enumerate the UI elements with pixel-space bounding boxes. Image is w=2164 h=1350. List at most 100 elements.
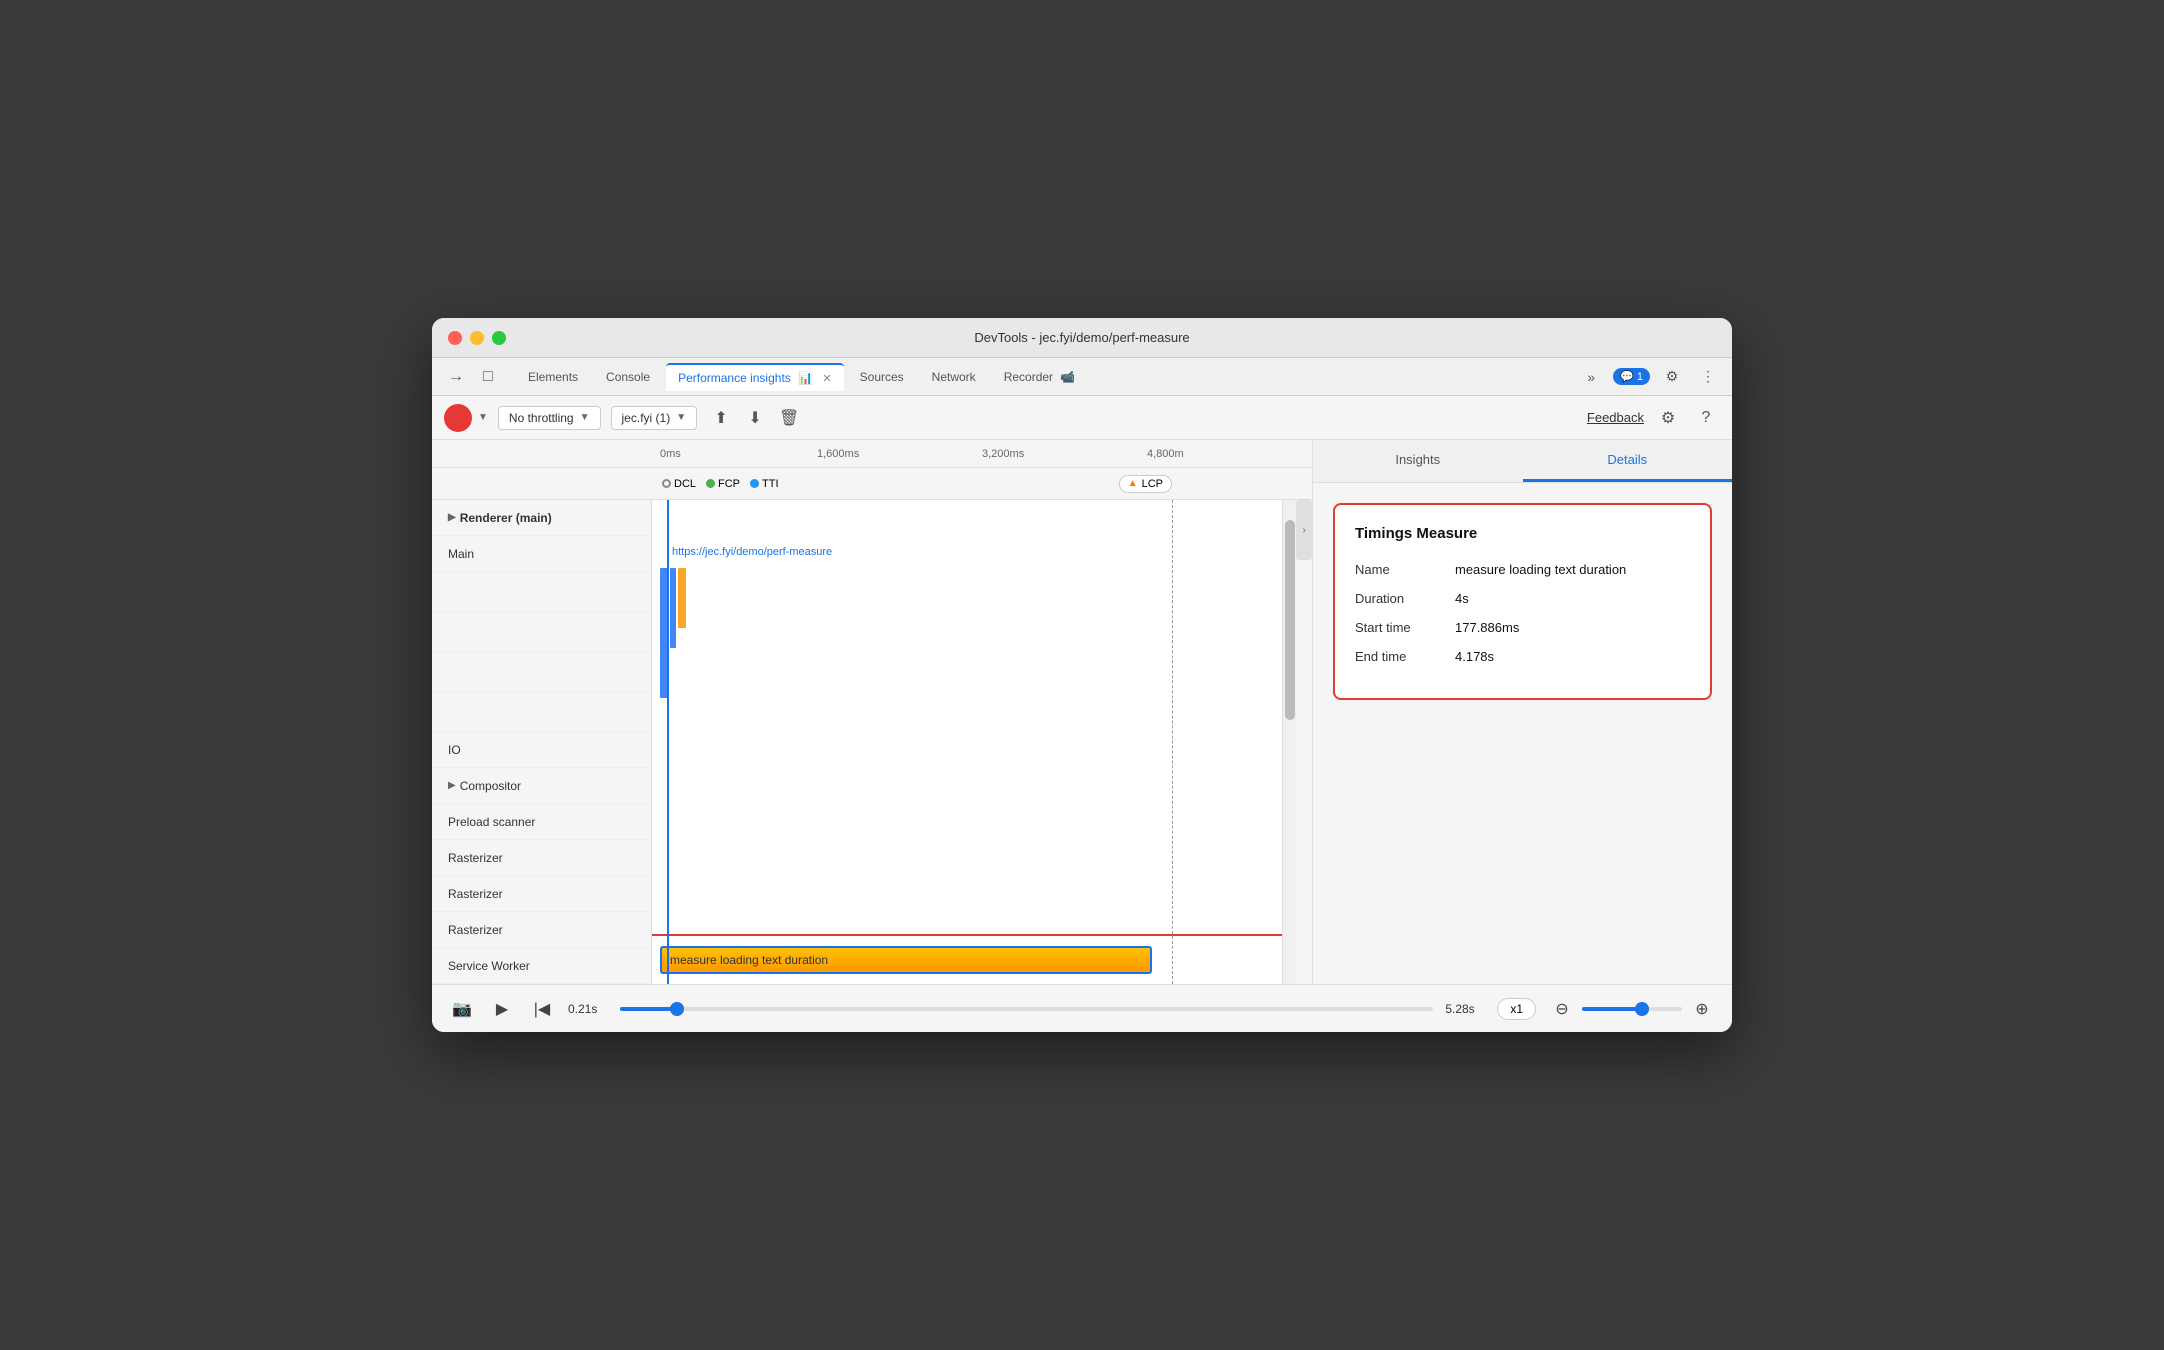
chat-icon: 💬 xyxy=(1620,370,1634,383)
flame-bar-4 xyxy=(678,580,686,615)
session-arrow-icon: ▼ xyxy=(676,412,686,423)
time-slider-fill xyxy=(620,1007,677,1011)
ruler-time-3200: 3,200ms xyxy=(982,448,1024,460)
timeline-ruler: 0ms 1,600ms 3,200ms 4,800m xyxy=(432,440,1312,468)
tab-performance-insights[interactable]: Performance insights 📊 ✕ xyxy=(666,363,844,391)
zoom-slider-thumb[interactable] xyxy=(1635,1002,1649,1016)
detail-duration-row: Duration 4s xyxy=(1355,591,1690,606)
settings-icon[interactable]: ⚙ xyxy=(1658,363,1686,391)
detail-starttime-value: 177.886ms xyxy=(1455,620,1519,635)
time-start-label: 0.21s xyxy=(568,1002,608,1016)
selection-line xyxy=(1172,500,1173,984)
markers-row: DCL FCP TTI ▲ LCP xyxy=(432,468,1312,500)
fcp-label: FCP xyxy=(718,478,740,490)
lcp-marker[interactable]: ▲ LCP xyxy=(1119,475,1172,493)
zoom-controls: ⊖ ⊕ xyxy=(1548,995,1716,1023)
detail-endtime-label: End time xyxy=(1355,649,1455,664)
tabbar-icons: → □ xyxy=(442,363,502,391)
close-button[interactable] xyxy=(448,331,462,345)
track-service-worker[interactable]: Service Worker xyxy=(432,948,651,984)
upload-icon[interactable]: ⬆ xyxy=(707,404,735,432)
time-end-label: 5.28s xyxy=(1445,1002,1485,1016)
track-rasterizer3[interactable]: Rasterizer xyxy=(432,912,651,948)
dcl-dot xyxy=(662,479,671,488)
throttle-dropdown[interactable]: No throttling ▼ xyxy=(498,406,601,430)
more-tabs-button[interactable]: » xyxy=(1577,363,1605,391)
cursor-icon[interactable]: → xyxy=(442,363,470,391)
detail-name-row: Name measure loading text duration xyxy=(1355,562,1690,577)
tab-more-area: » 💬 1 ⚙ ⋮ xyxy=(1577,363,1722,391)
minimize-button[interactable] xyxy=(470,331,484,345)
scrollbar[interactable] xyxy=(1282,500,1296,984)
time-slider[interactable] xyxy=(620,1007,1433,1011)
details-tab[interactable]: Details xyxy=(1523,440,1733,482)
lcp-label: LCP xyxy=(1142,478,1163,490)
zoom-out-button[interactable]: ⊖ xyxy=(1548,995,1576,1023)
track-main[interactable]: Main xyxy=(432,536,651,572)
window-title: DevTools - jec.fyi/demo/perf-measure xyxy=(974,330,1189,345)
devtools-window: DevTools - jec.fyi/demo/perf-measure → □… xyxy=(432,318,1732,1032)
playhead-line xyxy=(667,500,669,984)
session-label: jec.fyi (1) xyxy=(622,411,671,425)
detail-starttime-row: Start time 177.886ms xyxy=(1355,620,1690,635)
track-flame4 xyxy=(432,692,651,732)
track-rasterizer1[interactable]: Rasterizer xyxy=(432,840,651,876)
session-dropdown[interactable]: jec.fyi (1) ▼ xyxy=(611,406,698,430)
detail-endtime-row: End time 4.178s xyxy=(1355,649,1690,664)
tracks-panel: ▶ Renderer (main) Main IO ▶ Co xyxy=(432,500,1312,984)
ruler-time-1600: 1,600ms xyxy=(817,448,859,460)
detail-name-label: Name xyxy=(1355,562,1455,577)
screenshot-icon[interactable]: 📷 xyxy=(448,995,476,1023)
recorder-icon: 📹 xyxy=(1060,370,1075,384)
chat-badge[interactable]: 💬 1 xyxy=(1613,368,1650,385)
collapse-panel-button[interactable]: › xyxy=(1296,500,1312,560)
skip-to-start-icon[interactable]: |◀ xyxy=(528,995,556,1023)
performance-icon: 📊 xyxy=(798,371,813,385)
detail-starttime-label: Start time xyxy=(1355,620,1455,635)
tab-sources[interactable]: Sources xyxy=(848,364,916,390)
track-flame2 xyxy=(432,612,651,652)
toolbar-actions: ⬆ ⬇ 🗑 xyxy=(707,404,803,432)
play-button[interactable]: ▶ xyxy=(488,995,516,1023)
dcl-marker[interactable]: DCL xyxy=(662,478,696,490)
zoom-in-button[interactable]: ⊕ xyxy=(1688,995,1716,1023)
fullscreen-button[interactable] xyxy=(492,331,506,345)
more-options-icon[interactable]: ⋮ xyxy=(1694,363,1722,391)
delete-icon[interactable]: 🗑 xyxy=(775,404,803,432)
insights-tab[interactable]: Insights xyxy=(1313,440,1523,482)
download-icon[interactable]: ⬇ xyxy=(741,404,769,432)
track-preload[interactable]: Preload scanner xyxy=(432,804,651,840)
time-slider-thumb[interactable] xyxy=(670,1002,684,1016)
tab-elements[interactable]: Elements xyxy=(516,364,590,390)
lcp-badge: ▲ LCP xyxy=(1119,475,1172,493)
speed-badge[interactable]: x1 xyxy=(1497,998,1536,1020)
record-button[interactable] xyxy=(444,404,472,432)
card-title: Timings Measure xyxy=(1355,525,1690,542)
detail-endtime-value: 4.178s xyxy=(1455,649,1494,664)
ruler-time-0: 0ms xyxy=(660,448,681,460)
device-icon[interactable]: □ xyxy=(474,363,502,391)
track-renderer-main[interactable]: ▶ Renderer (main) xyxy=(432,500,651,536)
track-rasterizer2[interactable]: Rasterizer xyxy=(432,876,651,912)
throttle-arrow-icon: ▼ xyxy=(580,412,590,423)
track-io[interactable]: IO xyxy=(432,732,651,768)
timing-measure-bar[interactable]: measure loading text duration xyxy=(660,946,1152,974)
fcp-marker[interactable]: FCP xyxy=(706,478,740,490)
fcp-dot xyxy=(706,479,715,488)
help-icon[interactable]: ? xyxy=(1692,404,1720,432)
record-dropdown-arrow[interactable]: ▼ xyxy=(478,412,488,423)
track-compositor[interactable]: ▶ Compositor xyxy=(432,768,651,804)
tti-marker[interactable]: TTI xyxy=(750,478,779,490)
traffic-lights xyxy=(448,331,506,345)
insights-panel: Insights Details Timings Measure Name me… xyxy=(1312,440,1732,984)
settings-gear-icon[interactable]: ⚙ xyxy=(1654,404,1682,432)
tab-close-icon[interactable]: ✕ xyxy=(822,373,831,385)
tti-dot xyxy=(750,479,759,488)
feedback-link[interactable]: Feedback xyxy=(1587,410,1644,425)
tab-recorder[interactable]: Recorder 📹 xyxy=(992,364,1088,390)
scrollbar-thumb[interactable] xyxy=(1285,520,1295,720)
tab-console[interactable]: Console xyxy=(594,364,662,390)
tab-network[interactable]: Network xyxy=(920,364,988,390)
zoom-slider[interactable] xyxy=(1582,1007,1682,1011)
track-content-area[interactable]: https://jec.fyi/demo/perf-measure measur… xyxy=(652,500,1282,984)
